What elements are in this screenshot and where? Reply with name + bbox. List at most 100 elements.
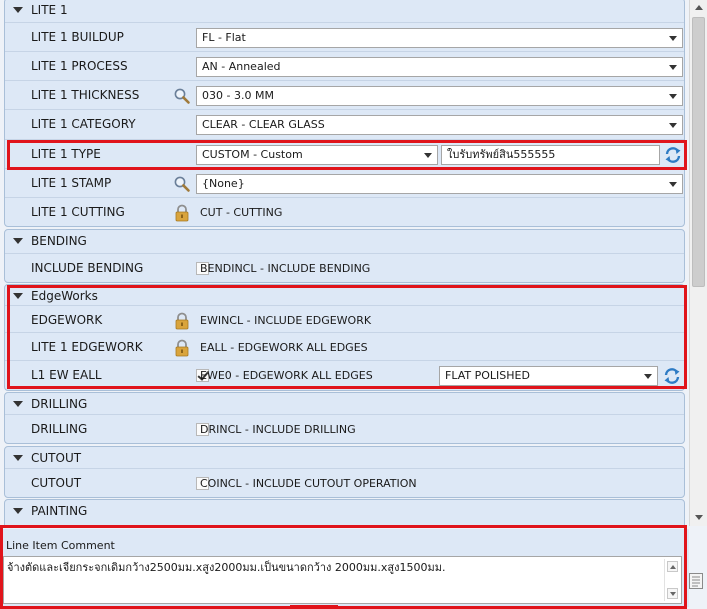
- lite1-edgework-row: LITE 1 EDGEWORK EALL - EDGEWORK ALL EDGE…: [5, 332, 684, 361]
- field-label: LITE 1 CATEGORY: [31, 117, 136, 131]
- collapse-triangle-icon: [13, 401, 23, 407]
- collapse-triangle-icon: [13, 238, 23, 244]
- collapse-triangle-icon: [13, 293, 23, 299]
- select-value: CLEAR - CLEAR GLASS: [202, 118, 325, 131]
- cutout-group-header[interactable]: CUTOUT: [5, 447, 684, 469]
- comment-title: Line Item Comment: [6, 539, 115, 552]
- chevron-down-icon[interactable]: [664, 116, 682, 134]
- lock-icon: [173, 339, 191, 357]
- locked-value: EALL - EDGEWORK ALL EDGES: [200, 341, 368, 354]
- painting-group: PAINTING: [4, 499, 685, 526]
- field-label: LITE 1 TYPE: [31, 147, 101, 161]
- field-label: EDGEWORK: [31, 313, 103, 327]
- refresh-icon[interactable]: [662, 366, 682, 386]
- lite1-buildup-row: LITE 1 BUILDUP FL - Flat: [5, 22, 684, 51]
- comment-textarea[interactable]: จ้างตัดและเจียกระจกเดิมกว้าง2500มม.xสูง2…: [3, 556, 682, 604]
- edge-finish-select[interactable]: FLAT POLISHED: [439, 366, 658, 386]
- field-label: CUTOUT: [31, 476, 82, 490]
- field-label: LITE 1 PROCESS: [31, 59, 128, 73]
- field-label: LITE 1 THICKNESS: [31, 88, 140, 102]
- cutout-row: CUTOUT COINCL - INCLUDE CUTOUT OPERATION: [5, 468, 684, 497]
- input-value: ใบรับทรัพย์สิน555555: [447, 148, 556, 161]
- chevron-down-icon[interactable]: [664, 29, 682, 47]
- collapse-triangle-icon: [13, 508, 23, 514]
- lock-icon: [173, 312, 191, 330]
- group-title: DRILLING: [31, 397, 88, 411]
- comment-scrollbar[interactable]: [664, 559, 679, 601]
- vertical-scrollbar[interactable]: [689, 0, 707, 526]
- select-value: 030 - 3.0 MM: [202, 89, 274, 102]
- painting-group-header[interactable]: PAINTING: [5, 500, 684, 522]
- refresh-icon[interactable]: [663, 145, 683, 165]
- select-value: {None}: [202, 177, 245, 190]
- chevron-down-icon[interactable]: [664, 175, 682, 193]
- group-title: PAINTING: [31, 504, 88, 518]
- lite1-group: LITE 1 LITE 1 BUILDUP FL - Flat LITE 1 P…: [4, 0, 685, 227]
- notes-icon[interactable]: [688, 572, 704, 590]
- group-title: EdgeWorks: [31, 289, 98, 303]
- group-title: LITE 1: [31, 3, 68, 17]
- scroll-down-icon[interactable]: [691, 510, 707, 525]
- edgework-row: EDGEWORK EWINCL - INCLUDE EDGEWORK: [5, 305, 684, 334]
- checkbox-label: DRINCL - INCLUDE DRILLING: [200, 423, 356, 436]
- scroll-down-icon[interactable]: [667, 588, 678, 599]
- lite1-stamp-select[interactable]: {None}: [196, 174, 683, 194]
- field-label: LITE 1 BUILDUP: [31, 30, 124, 44]
- scroll-up-icon[interactable]: [667, 561, 678, 572]
- lite1-type-custom-input[interactable]: ใบรับทรัพย์สิน555555: [441, 145, 660, 165]
- lite1-category-row: LITE 1 CATEGORY CLEAR - CLEAR GLASS: [5, 109, 684, 138]
- lite1-type-row: LITE 1 TYPE CUSTOM - Custom ใบรับทรัพย์ส…: [5, 139, 684, 168]
- checkbox-label: EWE0 - EDGEWORK ALL EDGES: [200, 369, 373, 382]
- drilling-group-header[interactable]: DRILLING: [5, 393, 684, 415]
- search-icon[interactable]: [173, 175, 191, 193]
- edgeworks-group-header[interactable]: EdgeWorks: [5, 285, 684, 307]
- lite1-process-row: LITE 1 PROCESS AN - Annealed: [5, 51, 684, 80]
- bottom-accent-bar: [290, 605, 338, 609]
- checkbox-label: BENDINCL - INCLUDE BENDING: [200, 262, 371, 275]
- chevron-down-icon[interactable]: [639, 367, 657, 385]
- include-bending-row: INCLUDE BENDING BENDINCL - INCLUDE BENDI…: [5, 253, 684, 282]
- checkbox-label: COINCL - INCLUDE CUTOUT OPERATION: [200, 477, 417, 490]
- field-label: LITE 1 STAMP: [31, 176, 112, 190]
- group-title: CUTOUT: [31, 451, 82, 465]
- field-label: DRILLING: [31, 422, 88, 436]
- lite1-cutting-row: LITE 1 CUTTING CUT - CUTTING: [5, 197, 684, 226]
- line-item-form: LITE 1 LITE 1 BUILDUP FL - Flat LITE 1 P…: [0, 0, 689, 526]
- lite1-category-select[interactable]: CLEAR - CLEAR GLASS: [196, 115, 683, 135]
- field-label: LITE 1 CUTTING: [31, 205, 125, 219]
- field-label: LITE 1 EDGEWORK: [31, 340, 143, 354]
- collapse-triangle-icon: [13, 7, 23, 13]
- lite1-thickness-select[interactable]: 030 - 3.0 MM: [196, 86, 683, 106]
- drilling-row: DRILLING DRINCL - INCLUDE DRILLING: [5, 414, 684, 443]
- select-value: AN - Annealed: [202, 60, 281, 73]
- lite1-buildup-select[interactable]: FL - Flat: [196, 28, 683, 48]
- field-label: L1 EW EALL: [31, 368, 102, 382]
- lite1-group-header[interactable]: LITE 1: [5, 0, 684, 21]
- chevron-down-icon[interactable]: [419, 146, 437, 164]
- lock-icon: [173, 204, 191, 222]
- group-title: BENDING: [31, 234, 87, 248]
- lite1-thickness-row: LITE 1 THICKNESS 030 - 3.0 MM: [5, 80, 684, 109]
- l1-ew-eall-row: L1 EW EALL EWE0 - EDGEWORK ALL EDGES FLA…: [5, 360, 684, 389]
- field-label: INCLUDE BENDING: [31, 261, 144, 275]
- chevron-down-icon[interactable]: [664, 58, 682, 76]
- scroll-up-icon[interactable]: [691, 0, 707, 15]
- locked-value: CUT - CUTTING: [200, 206, 283, 219]
- lite1-stamp-row: LITE 1 STAMP {None}: [5, 168, 684, 197]
- cutout-group: CUTOUT CUTOUT COINCL - INCLUDE CUTOUT OP…: [4, 446, 685, 498]
- locked-value: EWINCL - INCLUDE EDGEWORK: [200, 314, 372, 327]
- bending-group: BENDING INCLUDE BENDING BENDINCL - INCLU…: [4, 229, 685, 283]
- drilling-group: DRILLING DRILLING DRINCL - INCLUDE DRILL…: [4, 392, 685, 444]
- bending-group-header[interactable]: BENDING: [5, 230, 684, 252]
- select-value: FL - Flat: [202, 31, 246, 44]
- select-value: FLAT POLISHED: [445, 369, 530, 382]
- comment-text: จ้างตัดและเจียกระจกเดิมกว้าง2500มม.xสูง2…: [7, 561, 446, 574]
- lite1-process-select[interactable]: AN - Annealed: [196, 57, 683, 77]
- select-value: CUSTOM - Custom: [202, 148, 303, 161]
- scroll-thumb[interactable]: [692, 17, 705, 287]
- collapse-triangle-icon: [13, 455, 23, 461]
- chevron-down-icon[interactable]: [664, 87, 682, 105]
- lite1-type-select[interactable]: CUSTOM - Custom: [196, 145, 438, 165]
- line-item-comment-panel: Line Item Comment จ้างตัดและเจียกระจกเดิ…: [0, 529, 689, 607]
- search-icon[interactable]: [173, 87, 191, 105]
